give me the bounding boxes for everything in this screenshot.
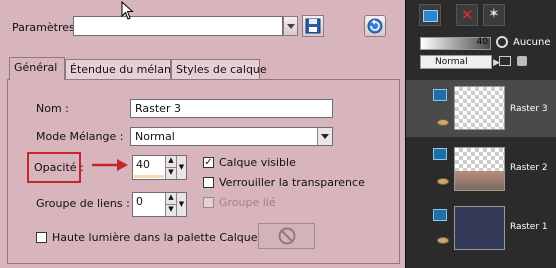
layer-thumbnail xyxy=(454,147,505,191)
no-color-icon xyxy=(278,227,296,245)
preset-dropdown-button[interactable] xyxy=(283,16,298,36)
chevron-up-icon[interactable]: ▲ xyxy=(166,156,176,168)
link-group-label: Groupe de liens : xyxy=(36,197,130,210)
name-label: Nom : xyxy=(36,102,69,115)
layers-palette: ✕ ✶ 40 Aucune Normal ▶ Raster 3 Raster 2… xyxy=(405,0,556,268)
highlight-checkbox[interactable] xyxy=(36,232,47,243)
mask-icon xyxy=(496,36,508,48)
layer-name: Raster 3 xyxy=(510,104,548,114)
link-group-popout-button[interactable]: ▼ xyxy=(176,193,186,216)
tab-layer-styles[interactable]: Styles de calque xyxy=(171,59,267,79)
chevron-down-icon[interactable]: ▼ xyxy=(166,205,176,217)
lock-transparency-checkbox[interactable] xyxy=(203,177,214,188)
layer-effects-button[interactable]: ✶ xyxy=(483,4,505,26)
layer-row[interactable]: Raster 2 xyxy=(406,138,556,198)
highlight-color-swatch[interactable] xyxy=(258,223,315,249)
link-group-stepper[interactable]: 0 ▲ ▼ ▼ xyxy=(132,192,187,217)
lock-icon xyxy=(517,56,527,66)
preset-label: Paramètres xyxy=(12,21,75,34)
group-linked-checkbox xyxy=(203,197,214,208)
layer-row[interactable]: Raster 1 xyxy=(406,200,556,260)
palette-blend-value: Normal xyxy=(435,57,468,67)
mouse-pointer-icon xyxy=(121,1,134,20)
link-group-value: 0 xyxy=(136,195,143,208)
reset-arrow-icon xyxy=(367,18,383,34)
blend-mode-select[interactable]: Normal xyxy=(130,127,333,146)
link-icon xyxy=(499,56,511,66)
blend-mode-label: Mode Mélange : xyxy=(36,130,124,143)
mask-label: Aucune xyxy=(513,37,551,48)
name-field[interactable]: Raster 3 xyxy=(130,99,333,118)
chevron-down-icon xyxy=(287,24,295,29)
lock-transparency-label: Verrouiller la transparence xyxy=(219,176,365,189)
chevron-up-icon[interactable]: ▲ xyxy=(166,193,176,205)
opacity-popout-button[interactable]: ▼ xyxy=(176,156,186,179)
raster-layer-icon xyxy=(433,209,447,221)
layer-name: Raster 1 xyxy=(510,222,548,232)
raster-layer-icon xyxy=(433,148,447,160)
opacity-spin-buttons[interactable]: ▲ ▼ xyxy=(165,156,176,179)
reset-button[interactable] xyxy=(364,15,386,37)
palette-blend-select[interactable]: Normal ▶ xyxy=(420,55,500,69)
layer-properties-dialog: Paramètres Général Étendue du mélange St… xyxy=(0,0,405,268)
delete-layer-button[interactable]: ✕ xyxy=(456,4,478,26)
layer-visible-checkbox[interactable]: ✓ xyxy=(203,157,214,168)
link-group-spin-buttons[interactable]: ▲ ▼ xyxy=(165,193,176,216)
visibility-eye-icon[interactable] xyxy=(437,237,449,244)
visibility-eye-icon[interactable] xyxy=(437,119,449,126)
delete-icon: ✕ xyxy=(461,6,474,24)
layer-row[interactable]: Raster 3 xyxy=(406,80,556,137)
save-preset-button[interactable] xyxy=(302,15,324,37)
layers-icon xyxy=(423,10,438,22)
layer-thumbnail xyxy=(454,206,505,250)
preset-field[interactable] xyxy=(73,16,283,36)
blend-mode-value: Normal xyxy=(135,130,175,143)
visibility-eye-icon[interactable] xyxy=(437,178,449,185)
chevron-down-icon[interactable]: ▼ xyxy=(166,168,176,180)
new-layer-button[interactable] xyxy=(419,4,441,26)
group-linked-label: Groupe lié xyxy=(219,196,276,209)
tab-blend-ranges[interactable]: Étendue du mélange xyxy=(65,59,185,79)
floppy-disk-icon xyxy=(305,18,321,34)
palette-opacity-slider[interactable]: 40 xyxy=(420,37,491,50)
tab-general[interactable]: Général xyxy=(9,57,65,80)
opacity-slider-bar[interactable] xyxy=(134,175,164,178)
highlight-label: Haute lumière dans la palette Calques : xyxy=(52,231,271,244)
palette-opacity-value: 40 xyxy=(476,37,488,47)
arrow-right-icon xyxy=(92,159,128,171)
opacity-stepper[interactable]: 40 ▲ ▼ ▼ xyxy=(132,155,187,180)
wand-icon: ✶ xyxy=(488,6,500,22)
layer-thumbnail xyxy=(454,86,505,130)
raster-layer-icon xyxy=(433,89,447,101)
layer-visible-label: Calque visible xyxy=(219,156,296,169)
opacity-label: Opacité : xyxy=(34,161,84,174)
chevron-down-icon xyxy=(317,128,332,145)
opacity-value: 40 xyxy=(136,158,150,171)
layer-name: Raster 2 xyxy=(510,163,548,173)
